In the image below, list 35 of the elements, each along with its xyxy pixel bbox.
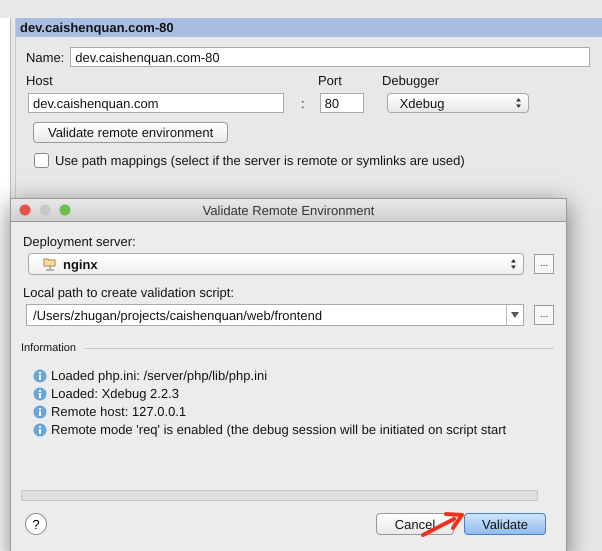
dropdown-caret-icon	[511, 312, 519, 318]
server-folder-icon	[43, 257, 57, 271]
info-message: Remote host: 127.0.0.1	[51, 404, 186, 419]
info-icon	[33, 368, 47, 382]
name-label: Name:	[26, 50, 64, 64]
stepper-arrows-icon	[514, 97, 522, 109]
info-icon	[33, 404, 47, 418]
browse-button[interactable]: ...	[534, 305, 554, 325]
info-icon	[33, 386, 47, 400]
path-mappings-label: Use path mappings (select if the server is remote or symlinks are used)	[55, 153, 465, 168]
info-icon	[33, 422, 47, 436]
stepper-arrows-icon	[510, 258, 517, 270]
validate-button[interactable]: Validate	[464, 513, 546, 535]
deployment-server-select[interactable]: nginx	[28, 253, 524, 275]
port-field[interactable]: 80	[320, 93, 364, 113]
help-button[interactable]: ?	[25, 513, 47, 535]
debugger-label: Debugger	[382, 73, 440, 88]
dialog-title: Validate Remote Environment	[202, 202, 376, 218]
browse-button[interactable]: ...	[534, 254, 554, 274]
colon-separator: :	[301, 96, 305, 110]
local-path-label: Local path to create validation script:	[23, 285, 236, 300]
host-label: Host	[26, 73, 54, 88]
info-message: Loaded php.ini: /server/php/lib/php.ini	[51, 368, 268, 383]
server-header: dev.caishenquan.com-80	[16, 18, 602, 37]
name-field[interactable]: dev.caishenquan.com-80	[70, 47, 590, 67]
info-message: Remote mode 'req' is enabled (the debug session will be initiated on script start	[51, 422, 506, 437]
validate-remote-button[interactable]: Validate remote environment	[33, 122, 228, 143]
path-mappings-checkbox[interactable]	[34, 153, 49, 168]
host-field[interactable]: dev.caishenquan.com	[28, 93, 284, 113]
debugger-select[interactable]: Xdebug	[386, 93, 529, 113]
info-message: Loaded: Xdebug 2.2.3	[51, 386, 179, 401]
information-heading: Information	[21, 342, 76, 354]
local-path-combo[interactable]: /Users/zhugan/projects/caishenquan/web/frontend	[26, 304, 524, 326]
port-label: Port	[318, 73, 343, 88]
deployment-server-label: Deployment server:	[23, 234, 137, 249]
